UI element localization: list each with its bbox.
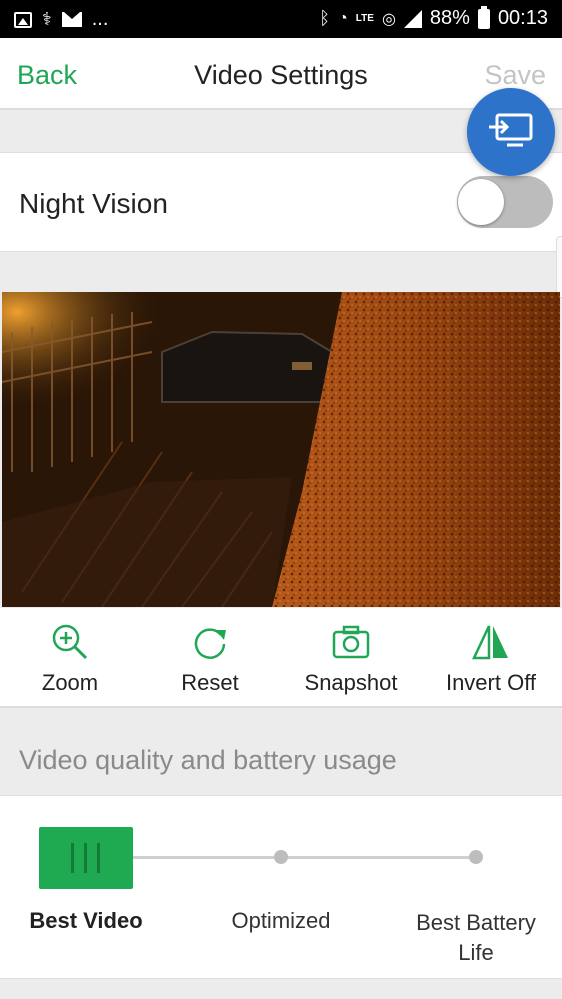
hotspot-icon: ◎ bbox=[381, 10, 396, 28]
snapshot-label: Snapshot bbox=[304, 670, 398, 695]
page-title: Video Settings bbox=[194, 60, 368, 90]
invert-button[interactable]: Invert Off bbox=[421, 608, 561, 708]
more-notifications: ... bbox=[91, 8, 109, 30]
option-best-battery-life[interactable]: Best Battery Life bbox=[405, 908, 547, 968]
invert-icon bbox=[472, 625, 508, 660]
slider-stop-best-battery[interactable] bbox=[469, 850, 483, 864]
night-vision-label: Night Vision bbox=[19, 188, 168, 219]
camera-preview[interactable] bbox=[2, 292, 560, 607]
video-quality-heading: Video quality and battery usage bbox=[19, 745, 397, 775]
option-best-video[interactable]: Best Video bbox=[20, 908, 152, 934]
clock: 00:13 bbox=[497, 7, 548, 29]
quality-slider-handle[interactable] bbox=[39, 827, 133, 889]
option-optimized[interactable]: Optimized bbox=[211, 908, 351, 934]
handle-grip bbox=[71, 843, 74, 873]
zoom-button[interactable]: Zoom bbox=[0, 608, 140, 708]
handle-grip bbox=[97, 843, 100, 873]
bluetooth-icon: ᛒ bbox=[319, 8, 331, 28]
snapshot-button[interactable]: Snapshot bbox=[281, 608, 421, 708]
reset-icon bbox=[194, 628, 226, 659]
option-best-battery-line2: Life bbox=[458, 940, 494, 965]
status-bar-system: ᛒ ◔ LTE ◎ 88% 00:13 bbox=[319, 5, 548, 30]
toggle-knob bbox=[458, 179, 504, 225]
wifi-icon: ◔ bbox=[338, 9, 348, 27]
reset-button[interactable]: Reset bbox=[140, 608, 280, 708]
battery-percent: 88% bbox=[429, 7, 470, 29]
video-quality-card: Best Video Optimized Best Battery Life bbox=[0, 795, 562, 979]
reset-label: Reset bbox=[181, 670, 239, 695]
slider-stop-optimized[interactable] bbox=[274, 850, 288, 864]
signal-icon bbox=[403, 9, 422, 28]
volte-icon: LTE bbox=[355, 13, 374, 24]
camera-actions-bar: Zoom Reset Snapshot Invert Off bbox=[0, 608, 562, 708]
night-vision-toggle[interactable] bbox=[457, 176, 553, 228]
option-best-battery-line1: Best Battery bbox=[416, 910, 536, 935]
battery-icon bbox=[477, 5, 490, 29]
camera-icon bbox=[332, 625, 370, 659]
cast-button[interactable] bbox=[467, 88, 555, 176]
status-bar: ⚕ ... ᛒ ◔ LTE ◎ 88% 00:13 bbox=[0, 0, 562, 38]
cast-icon bbox=[489, 113, 533, 147]
app-notification-icon: ⚕ bbox=[42, 9, 52, 29]
mail-notification-icon bbox=[61, 12, 82, 27]
edge-panel-handle[interactable] bbox=[556, 236, 562, 298]
invert-label: Invert Off bbox=[445, 670, 537, 695]
zoom-label: Zoom bbox=[41, 670, 99, 695]
save-button[interactable]: Save bbox=[484, 60, 546, 91]
zoom-in-icon bbox=[52, 624, 88, 660]
image-notification-icon bbox=[14, 11, 32, 28]
status-bar-notifications: ⚕ ... bbox=[14, 8, 108, 31]
handle-grip bbox=[84, 843, 87, 873]
navigation-header: Back Video Settings Save bbox=[0, 38, 562, 110]
camera-image bbox=[2, 292, 560, 607]
